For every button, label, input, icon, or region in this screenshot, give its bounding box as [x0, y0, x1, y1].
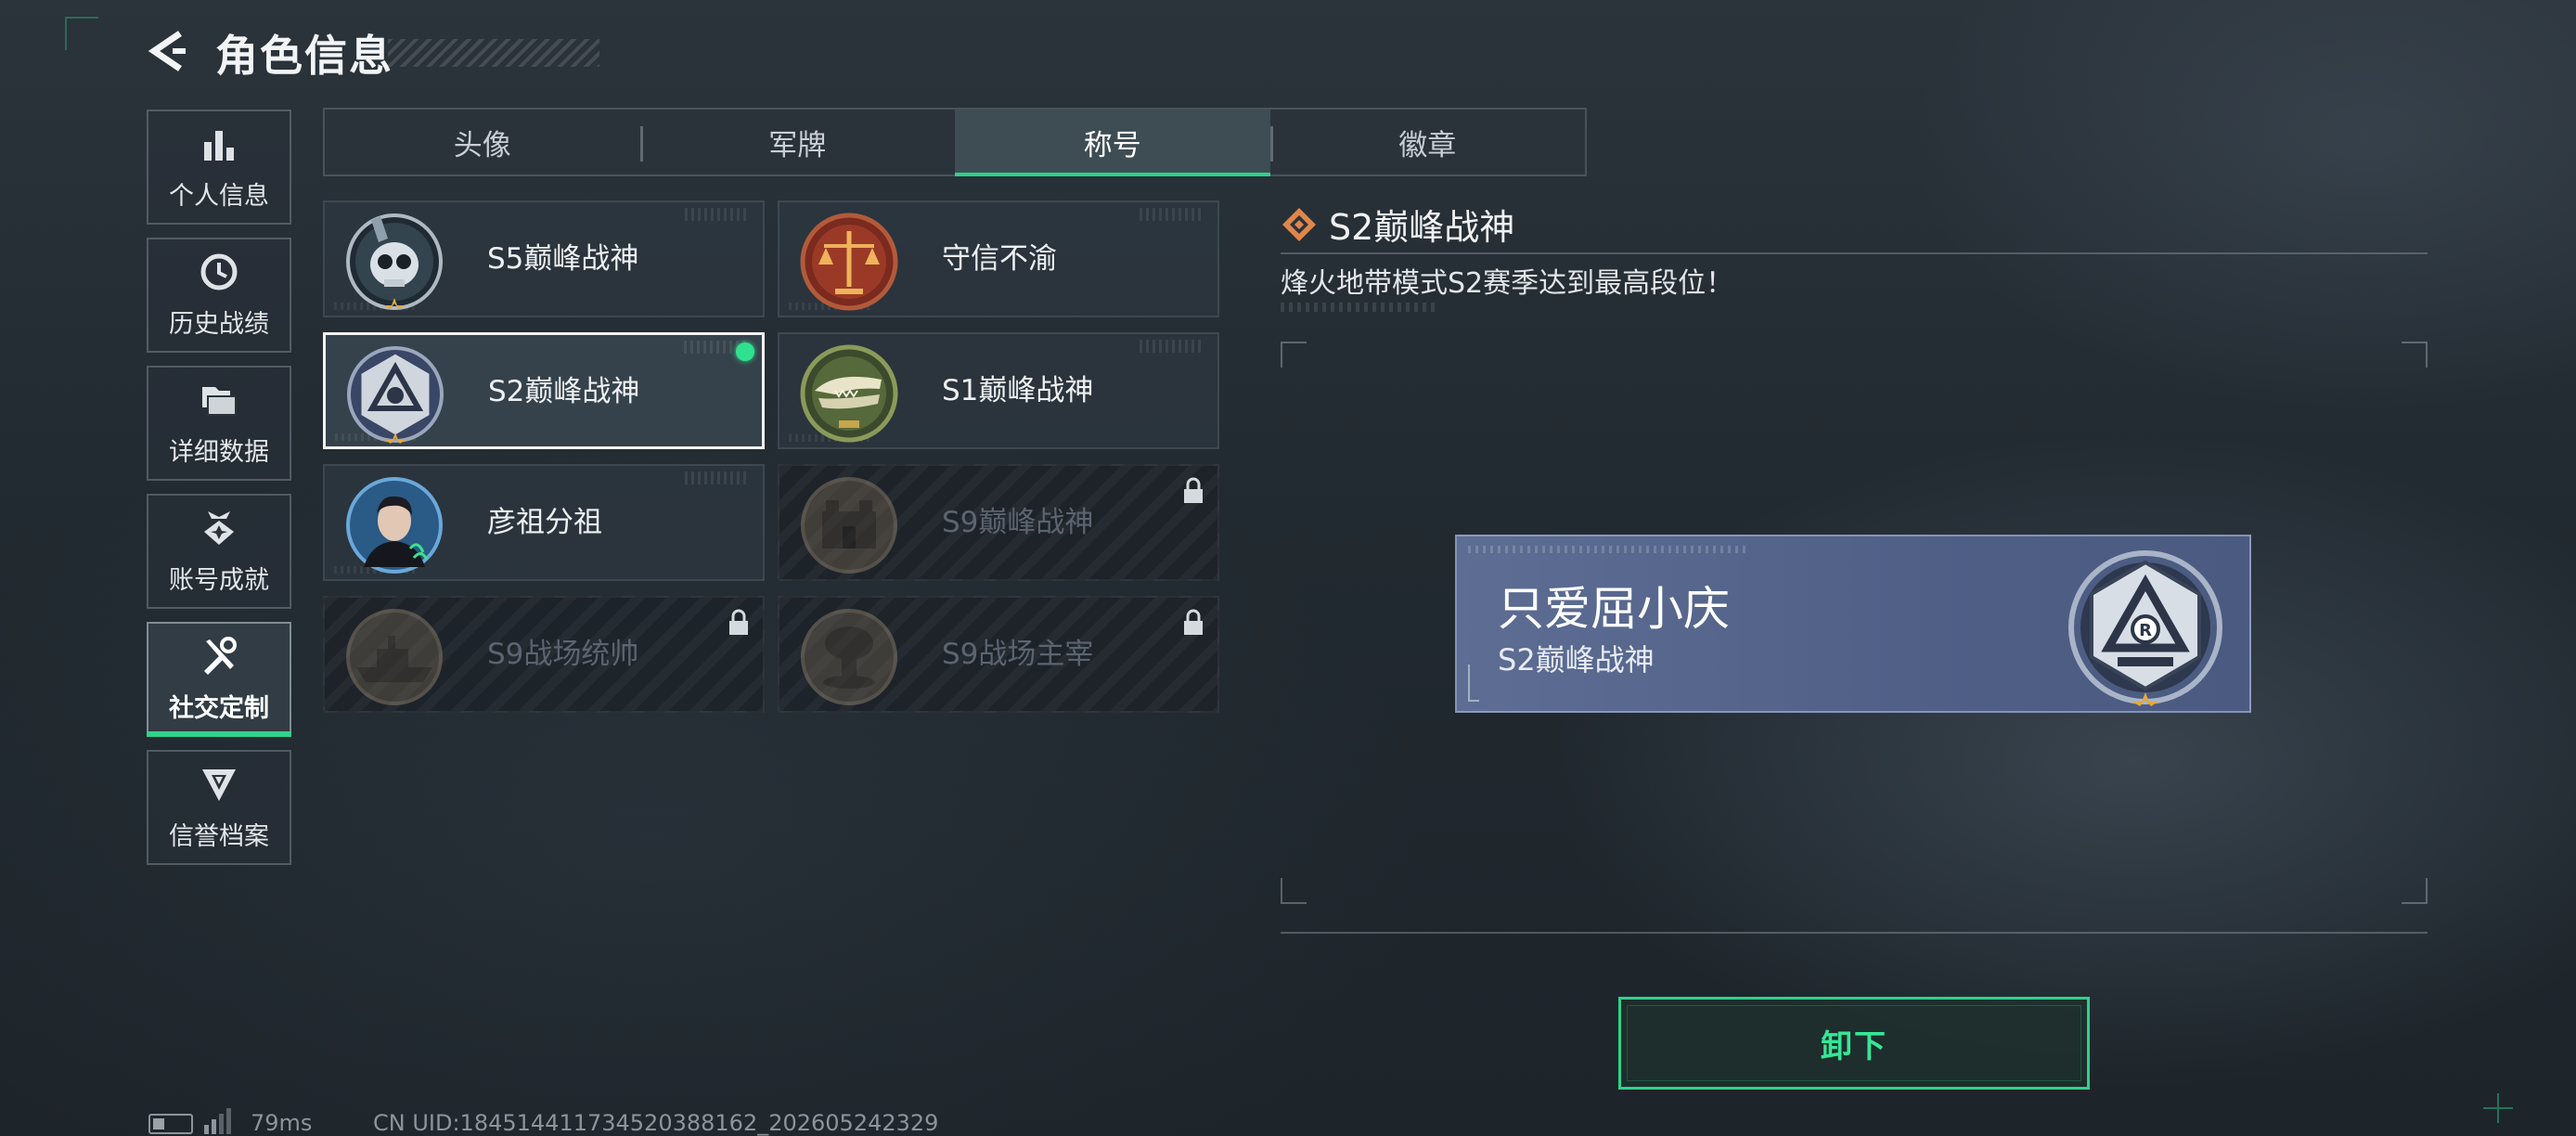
title-name: 守信不渝: [942, 242, 1057, 276]
preview-frame-corner: [2402, 342, 2428, 368]
title-hatch-decoration: [388, 39, 599, 67]
title-card-s1-peak-warrior[interactable]: S1巅峰战神: [778, 332, 1219, 449]
title-card-s5-peak-warrior[interactable]: S5巅峰战神: [323, 200, 765, 317]
title-name: 彦祖分祖: [487, 506, 602, 539]
history-icon: [200, 253, 238, 290]
divider: [1281, 252, 2428, 254]
title-card-yanzu[interactable]: 彦祖分祖: [323, 464, 765, 581]
tools-icon: [204, 636, 237, 675]
back-button[interactable]: [145, 28, 191, 74]
fortress-emblem-icon: [801, 477, 897, 574]
scales-emblem-icon: [800, 213, 898, 311]
uid-text: CN UID:18451441173452038816​2_2026052423…: [373, 1110, 939, 1136]
equipped-title: S2巅峰战神: [1498, 642, 1655, 678]
ping-text: 79ms: [251, 1110, 313, 1136]
card-decoration: [1140, 208, 1204, 221]
sidebar-item-social-custom[interactable]: 社交定制: [147, 622, 291, 737]
sidebar-item-label: 详细数据: [169, 437, 269, 467]
sidebar-item-personal-info[interactable]: 个人信息: [147, 110, 291, 225]
lock-icon: [1184, 609, 1203, 635]
detail-title: S2巅峰战神: [1329, 207, 1515, 248]
title-name: S9战场主宰: [942, 638, 1094, 671]
credit-icon: [202, 768, 236, 801]
sidebar-item-label: 社交定制: [169, 693, 269, 723]
plate-decoration: [1468, 665, 1479, 702]
crosshair-icon: [2483, 1093, 2513, 1123]
tab-bar: 头像 军牌 称号 徽章: [323, 108, 1587, 176]
sidebar-item-label: 个人信息: [169, 181, 269, 211]
tab-title[interactable]: 称号: [955, 110, 1270, 176]
nameplate-preview: 只爱屈小庆 S2巅峰战神 R: [1455, 535, 2251, 713]
title-name: S2巅峰战神: [488, 375, 640, 408]
page-title: 角色信息: [215, 31, 393, 81]
folder-icon: [202, 386, 237, 416]
sidebar-item-achievements[interactable]: 账号成就: [147, 494, 291, 609]
sidebar-item-label: 历史战绩: [169, 309, 269, 339]
sidebar-item-credit-file[interactable]: 信誉档案: [147, 750, 291, 865]
warship-emblem-icon: [346, 609, 443, 705]
detail-decoration: [1281, 303, 1438, 312]
triangle-emblem-icon: [347, 346, 444, 444]
preview-frame-corner: [1281, 878, 1307, 904]
card-decoration: [685, 208, 750, 221]
unequip-button[interactable]: 卸下: [1618, 997, 2090, 1090]
title-card-s9-battle-dominator[interactable]: S9战场主宰: [778, 596, 1219, 713]
back-arrow-icon: [148, 31, 186, 71]
title-card-s9-peak-warrior[interactable]: S9巅峰战神: [778, 464, 1219, 581]
crocodile-emblem-icon: [800, 344, 898, 443]
lock-icon: [729, 609, 748, 635]
title-card-keep-faith[interactable]: 守信不渝: [778, 200, 1219, 317]
title-name: S1巅峰战神: [942, 374, 1094, 407]
sidebar-item-history[interactable]: 历史战绩: [147, 238, 291, 353]
title-card-s9-battle-commander[interactable]: S9战场统帅: [323, 596, 765, 713]
achievement-icon: [204, 510, 234, 545]
bar-chart-icon: [204, 130, 234, 161]
frame-corner-decoration: [65, 17, 98, 50]
title-name: S5巅峰战神: [487, 242, 639, 276]
mushroom-cloud-emblem-icon: [801, 609, 897, 705]
emblem-letter: R: [2139, 621, 2152, 640]
title-card-s2-peak-warrior[interactable]: S2巅峰战神: [323, 332, 765, 449]
portrait-emblem-icon: [346, 477, 443, 574]
detail-description: 烽火地带模式S2赛季达到最高段位！: [1281, 267, 1734, 300]
diamond-icon: [1282, 208, 1316, 241]
equipped-indicator: [736, 342, 754, 361]
skull-helmet-emblem-icon: [346, 213, 443, 310]
sidebar-item-label: 信誉档案: [169, 821, 269, 851]
card-decoration: [1140, 340, 1204, 353]
tab-dog-tag[interactable]: 军牌: [639, 110, 956, 174]
tab-avatar[interactable]: 头像: [325, 110, 640, 174]
plate-decoration: [1468, 546, 1746, 553]
triangle-emblem-icon: R: [2068, 550, 2222, 706]
title-name: S9巅峰战神: [942, 506, 1094, 539]
preview-frame-corner: [2402, 878, 2428, 904]
title-name: S9战场统帅: [487, 638, 639, 671]
sidebar-item-label: 账号成就: [169, 565, 269, 595]
battery-icon: [148, 1114, 193, 1134]
divider: [1281, 932, 2428, 934]
card-decoration: [685, 471, 750, 484]
tab-badge[interactable]: 徽章: [1269, 110, 1586, 174]
lock-icon: [1184, 477, 1203, 503]
sidebar-item-detailed-data[interactable]: 详细数据: [147, 366, 291, 481]
signal-icon: [204, 1108, 231, 1134]
preview-frame-corner: [1281, 342, 1307, 368]
player-name: 只爱屈小庆: [1498, 582, 1730, 636]
